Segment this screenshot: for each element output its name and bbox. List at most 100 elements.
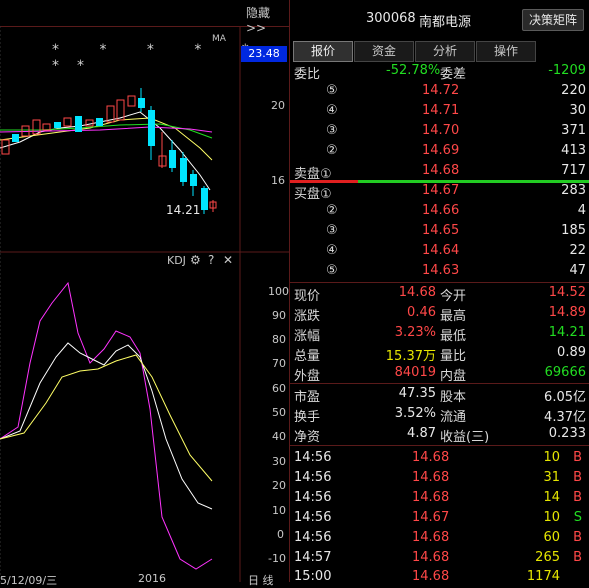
kdj-axis-tick: 40 — [272, 430, 286, 443]
bid-level-label: 买盘① — [294, 187, 332, 202]
quote-label: 今开 — [440, 289, 467, 304]
kline-chart-area[interactable]: 隐藏>> * * * * * ** MA 23.48 20 16 14.21 K… — [0, 0, 289, 587]
ask-volume: 413 — [561, 143, 586, 158]
quote-row: 涨跌 0.46 最高 14.89 — [290, 303, 589, 324]
tick-time: 14:56 — [294, 450, 332, 465]
ask-row: ⑤ 14.72 220 — [290, 81, 589, 101]
order-ratio-label: 委比 — [294, 67, 321, 82]
ask-level-label: ⑤ — [326, 83, 338, 98]
bid-volume: 22 — [569, 243, 586, 258]
ask-price: 14.69 — [422, 143, 460, 158]
ask-row: ④ 14.71 30 — [290, 101, 589, 121]
tick-row: 14:56 14.68 31 B — [290, 468, 589, 488]
tick-volume: 31 — [543, 470, 560, 485]
kdj-axis-tick: 30 — [272, 455, 286, 468]
quote-label: 最高 — [440, 309, 467, 324]
fundamental-value: 6.05亿 — [544, 390, 586, 405]
kdj-chart[interactable] — [0, 253, 289, 582]
candle — [169, 150, 176, 168]
candle — [12, 134, 19, 142]
ask-row: 卖盘① 14.68 717 — [290, 161, 589, 182]
stock-header: 300068 南都电源 决策矩阵 — [290, 0, 589, 38]
period-label[interactable]: 日 线 — [248, 572, 274, 588]
candle — [180, 158, 187, 182]
tab-quote[interactable]: 报价 — [293, 41, 353, 62]
order-diff-value: -1209 — [548, 63, 586, 78]
bid-row: 买盘① 14.67 283 — [290, 181, 589, 202]
quote-value: 14.21 — [548, 325, 586, 340]
order-ratio-row: 委比 -52.78% 委差 -1209 — [290, 61, 589, 82]
candle — [54, 122, 61, 128]
help-icon[interactable]: ? — [208, 253, 214, 267]
order-ratio-value: -52.78% — [386, 63, 441, 78]
bid-row: ④ 14.64 22 — [290, 241, 589, 261]
kdj-label[interactable]: KDJ — [167, 254, 186, 267]
fundamental-label: 股本 — [440, 390, 467, 405]
price-axis-tick: 20 — [271, 99, 285, 112]
price-axis-tick: 16 — [271, 174, 285, 187]
tick-side: B — [573, 550, 582, 565]
ask-level-label: ② — [326, 143, 338, 158]
tick-row: 14:57 14.68 265 B — [290, 548, 589, 568]
ma-label[interactable]: MA — [212, 34, 226, 44]
ask-level-label: ③ — [326, 123, 338, 138]
ask-volume: 30 — [569, 103, 586, 118]
tick-price: 14.67 — [412, 510, 450, 525]
price-chart[interactable] — [0, 0, 289, 253]
tick-price: 14.68 — [412, 550, 450, 565]
kdj-axis-tick: 90 — [272, 309, 286, 322]
quote-value: 69666 — [544, 365, 586, 380]
ask-price: 14.68 — [422, 163, 460, 178]
section-divider — [290, 445, 589, 446]
candle — [32, 119, 41, 135]
fundamental-row: 换手 3.52% 流通 4.37亿 — [290, 404, 589, 425]
fundamental-label: 市盈 — [294, 390, 321, 405]
quote-label: 量比 — [440, 349, 467, 364]
fundamental-label: 换手 — [294, 410, 321, 425]
tick-row: 15:00 14.68 1174 — [290, 567, 589, 587]
bid-price: 14.67 — [422, 183, 460, 198]
tick-side: B — [573, 450, 582, 465]
panel-tabs: 报价 资金 分析 操作 — [290, 41, 589, 62]
quote-value: 14.52 — [548, 285, 586, 300]
ask-level-label: ④ — [326, 103, 338, 118]
price-badge: 23.48 — [241, 46, 287, 62]
candle — [75, 116, 82, 132]
bid-volume: 185 — [561, 223, 586, 238]
fundamental-value: 47.35 — [398, 386, 436, 401]
bid-row: ③ 14.65 185 — [290, 221, 589, 241]
date-label: 5/12/09/三 — [0, 574, 58, 587]
tab-funds[interactable]: 资金 — [354, 41, 414, 62]
ask-volume: 220 — [561, 83, 586, 98]
tick-row: 14:56 14.68 14 B — [290, 488, 589, 508]
bid-price: 14.64 — [422, 243, 460, 258]
order-diff-label: 委差 — [440, 67, 467, 82]
tab-analysis[interactable]: 分析 — [415, 41, 475, 62]
kdj-axis-tick: 10 — [272, 504, 286, 517]
decision-matrix-button[interactable]: 决策矩阵 — [522, 9, 584, 31]
close-icon[interactable]: ✕ — [223, 253, 233, 267]
bid-price: 14.66 — [422, 203, 460, 218]
tick-volume: 60 — [543, 530, 560, 545]
bid-volume: 47 — [569, 263, 586, 278]
fundamental-row: 市盈 47.35 股本 6.05亿 — [290, 384, 589, 405]
quote-value: 84019 — [394, 365, 436, 380]
bid-level-label: ② — [326, 203, 338, 218]
gear-icon[interactable]: ⚙ — [190, 253, 201, 267]
quote-value: 15.37万 — [385, 349, 436, 364]
candle — [96, 118, 103, 126]
quote-label: 涨幅 — [294, 329, 321, 344]
quote-value: 14.68 — [398, 285, 436, 300]
quote-value: 0.46 — [407, 305, 436, 320]
kdj-axis-tick: 70 — [272, 357, 286, 370]
tab-operation[interactable]: 操作 — [476, 41, 536, 62]
candle — [138, 98, 145, 108]
ask-volume: 371 — [561, 123, 586, 138]
tick-time: 14:56 — [294, 470, 332, 485]
kdj-axis-tick: 60 — [272, 382, 286, 395]
kdj-axis-tick: 80 — [272, 333, 286, 346]
tick-side: B — [573, 530, 582, 545]
bid-price: 14.65 — [422, 223, 460, 238]
kdj-d-line — [0, 354, 213, 482]
kdj-axis-tick: 100 — [268, 285, 289, 298]
